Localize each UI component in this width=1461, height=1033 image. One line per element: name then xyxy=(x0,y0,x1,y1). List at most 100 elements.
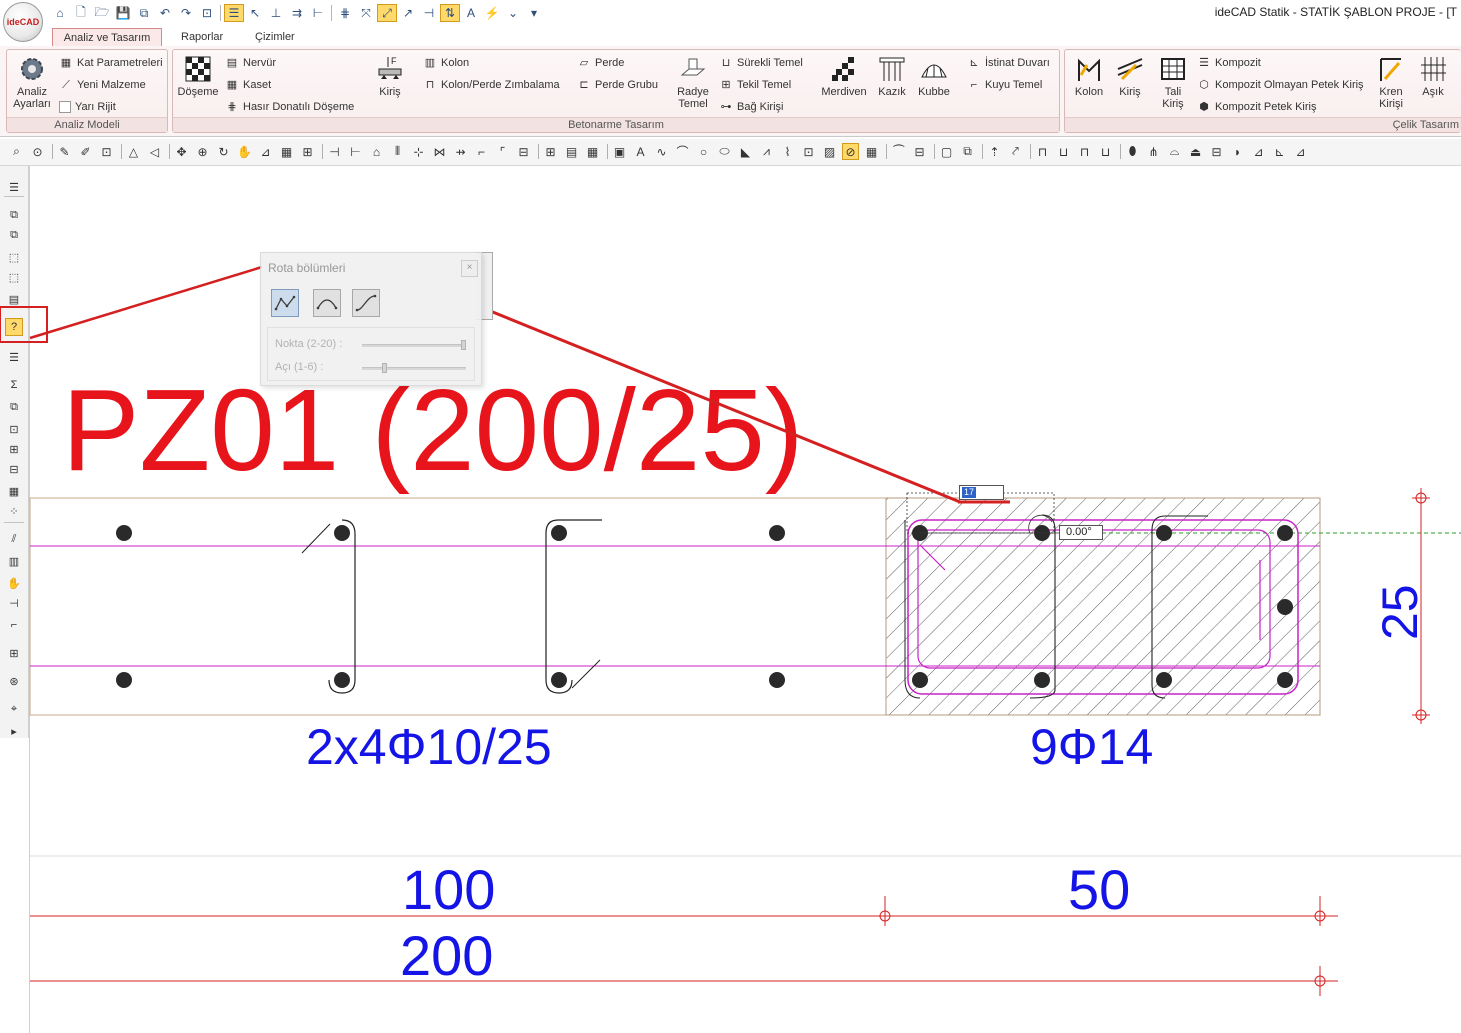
kompozit-olmayan-button[interactable]: ⬡ Kompozit Olmayan Petek Kiriş xyxy=(1197,76,1363,94)
zigzag-icon[interactable]: ⩘ xyxy=(758,143,775,160)
shape-icon[interactable]: ◗ xyxy=(1229,143,1246,160)
radye-temel-button[interactable]: Radye Temel xyxy=(673,54,713,110)
more-icon[interactable]: ▸ xyxy=(5,722,23,740)
binoculars-icon[interactable]: ⌖ xyxy=(5,700,23,718)
block-icon[interactable]: ⊡ xyxy=(800,143,817,160)
tab-cizimler[interactable]: Çizimler xyxy=(245,28,305,46)
kuyu-temel-button[interactable]: ⌐ Kuyu Temel xyxy=(967,76,1043,94)
sum-icon[interactable]: Σ xyxy=(5,376,23,394)
aci-slider[interactable] xyxy=(362,363,466,373)
app-logo[interactable]: ideCAD xyxy=(3,2,43,42)
document-icon[interactable]: ☰ xyxy=(5,348,23,366)
perde-button[interactable]: ▱ Perde xyxy=(577,54,625,72)
column-icon[interactable]: ▥ xyxy=(5,552,23,570)
pencil-icon[interactable]: ✎ xyxy=(56,143,73,160)
celik-kolon-button[interactable]: Kolon xyxy=(1069,54,1109,98)
rebar-icon[interactable]: ⋔ xyxy=(1145,143,1162,160)
kiris-button[interactable]: F Kiriş xyxy=(370,54,410,98)
wall-icon[interactable]: ⌐ xyxy=(5,616,23,634)
mirror-icon[interactable]: ⊿ xyxy=(257,143,274,160)
chart3-icon[interactable]: ⊿ xyxy=(1292,143,1309,160)
grid-icon[interactable]: ⊢ xyxy=(308,4,328,22)
tali-kiris-button[interactable]: Tali Kiriş xyxy=(1153,54,1193,110)
grid-icon[interactable]: ⊞ xyxy=(5,440,23,458)
rotation-icon[interactable]: ↗ xyxy=(398,4,418,22)
kolon-button[interactable]: ▥ Kolon xyxy=(423,54,469,72)
zoom-icon[interactable]: ⌕ xyxy=(8,143,25,160)
book-icon[interactable]: ▦ xyxy=(5,482,23,500)
slash-icon[interactable]: ⫽ xyxy=(5,530,23,548)
trim-icon[interactable]: ⊣ xyxy=(326,143,343,160)
up-icon[interactable]: ⇡ xyxy=(986,143,1003,160)
solid-icon[interactable]: ◣ xyxy=(737,143,754,160)
section-icon[interactable]: ⊟ xyxy=(5,460,23,478)
dropdown-arrow-icon[interactable]: ⌄ xyxy=(503,4,523,22)
zoom-extents-icon[interactable]: ⊙ xyxy=(29,143,46,160)
auto-icon[interactable]: ⊛ xyxy=(5,672,23,690)
asik-button[interactable]: Aşık xyxy=(1413,54,1453,98)
arc-mode-button[interactable] xyxy=(313,289,341,317)
nervur-button[interactable]: ▤ Nervür xyxy=(225,54,276,72)
polyline-icon[interactable]: ⌇ xyxy=(779,143,796,160)
dim-box-icon[interactable]: ⊟ xyxy=(911,143,928,160)
redo-icon[interactable]: ↷ xyxy=(176,4,196,22)
align-icon[interactable]: ⇉ xyxy=(287,4,307,22)
fill-icon[interactable]: ▦ xyxy=(278,143,295,160)
perde-grubu-button[interactable]: ⊏ Perde Grubu xyxy=(577,76,658,94)
snap-active-icon[interactable]: ⤢ xyxy=(377,4,397,22)
pointer-icon[interactable]: ⏏ xyxy=(1187,143,1204,160)
doseme-button[interactable]: Döşeme xyxy=(175,54,221,98)
analiz-ayarlari-button[interactable]: Analiz Ayarları xyxy=(9,54,55,110)
close-button[interactable]: × xyxy=(461,260,478,277)
edit-icon[interactable]: ✐ xyxy=(77,143,94,160)
circle-icon[interactable]: ○ xyxy=(695,143,712,160)
table-icon[interactable]: ⊟ xyxy=(515,143,532,160)
no-icon[interactable]: ⊘ xyxy=(842,143,859,160)
ellipse-icon[interactable]: ⬭ xyxy=(716,143,733,160)
select-cursor-icon[interactable]: ↖ xyxy=(245,4,265,22)
tekil-temel-button[interactable]: ⊞ Tekil Temel xyxy=(719,76,791,94)
bag-kirisi-button[interactable]: ⊶ Bağ Kirişi xyxy=(719,98,784,116)
wave-icon[interactable]: ∿ xyxy=(653,143,670,160)
text-style-icon[interactable]: A xyxy=(461,4,481,22)
kat-parametreleri-button[interactable]: ▦ Kat Parametreleri xyxy=(59,54,163,72)
bars-icon[interactable]: ⫴ xyxy=(389,143,406,160)
chart-icon[interactable]: ⊿ xyxy=(1250,143,1267,160)
hatch-icon[interactable]: ▨ xyxy=(821,143,838,160)
polyline-mode-button[interactable] xyxy=(271,289,299,317)
text-icon[interactable]: A xyxy=(632,143,649,160)
tab-raporlar[interactable]: Raporlar xyxy=(171,28,233,46)
kompozit-petek-button[interactable]: ⬢ Kompozit Petek Kiriş xyxy=(1197,98,1316,116)
save-icon[interactable]: 💾 xyxy=(113,4,133,22)
add-icon[interactable]: ⊕ xyxy=(194,143,211,160)
kren-kirisi-button[interactable]: Kren Kirişi xyxy=(1373,54,1409,110)
arc-icon[interactable]: ⌒ xyxy=(674,143,691,160)
hasir-button[interactable]: ⋕ Hasır Donatılı Döşeme xyxy=(225,98,354,116)
window-icon[interactable]: ▢ xyxy=(938,143,955,160)
dots-icon[interactable]: ⁘ xyxy=(5,502,23,520)
istinat-duvari-button[interactable]: ⊾ İstinat Duvarı xyxy=(967,54,1049,72)
yari-rijit-checkbox[interactable]: Yarı Rijit xyxy=(59,98,116,116)
level3-icon[interactable]: ⊓ xyxy=(1076,143,1093,160)
axis-icon[interactable]: ⇅ xyxy=(440,4,460,22)
print-icon[interactable]: ⊡ xyxy=(5,420,23,438)
dome-icon[interactable]: ⌓ xyxy=(1166,143,1183,160)
extend-icon[interactable]: ⊢ xyxy=(347,143,364,160)
kaset-button[interactable]: ▦ Kaset xyxy=(225,76,271,94)
copy-icon[interactable]: ⊡ xyxy=(98,143,115,160)
object-icon[interactable]: ⬚ xyxy=(5,248,23,266)
rotate-icon[interactable]: ↻ xyxy=(215,143,232,160)
level-icon[interactable]: ⊓ xyxy=(1034,143,1051,160)
grid2-icon[interactable]: ▦ xyxy=(584,143,601,160)
move-icon[interactable]: ✥ xyxy=(173,143,190,160)
list-icon[interactable]: ☰ xyxy=(5,178,23,196)
table-icon[interactable]: ▤ xyxy=(5,290,23,308)
aci-slider-thumb[interactable] xyxy=(381,363,387,373)
layout-icon[interactable]: ⊞ xyxy=(542,143,559,160)
zoom-window-icon[interactable]: ⊡ xyxy=(197,4,217,22)
house-icon[interactable]: ⌂ xyxy=(368,143,385,160)
layers-icon[interactable]: ⧉ xyxy=(5,206,23,224)
lightning-icon[interactable]: ⚡ xyxy=(482,4,502,22)
align-bottom-icon[interactable]: ⊥ xyxy=(266,4,286,22)
offset-icon[interactable]: ⇸ xyxy=(452,143,469,160)
